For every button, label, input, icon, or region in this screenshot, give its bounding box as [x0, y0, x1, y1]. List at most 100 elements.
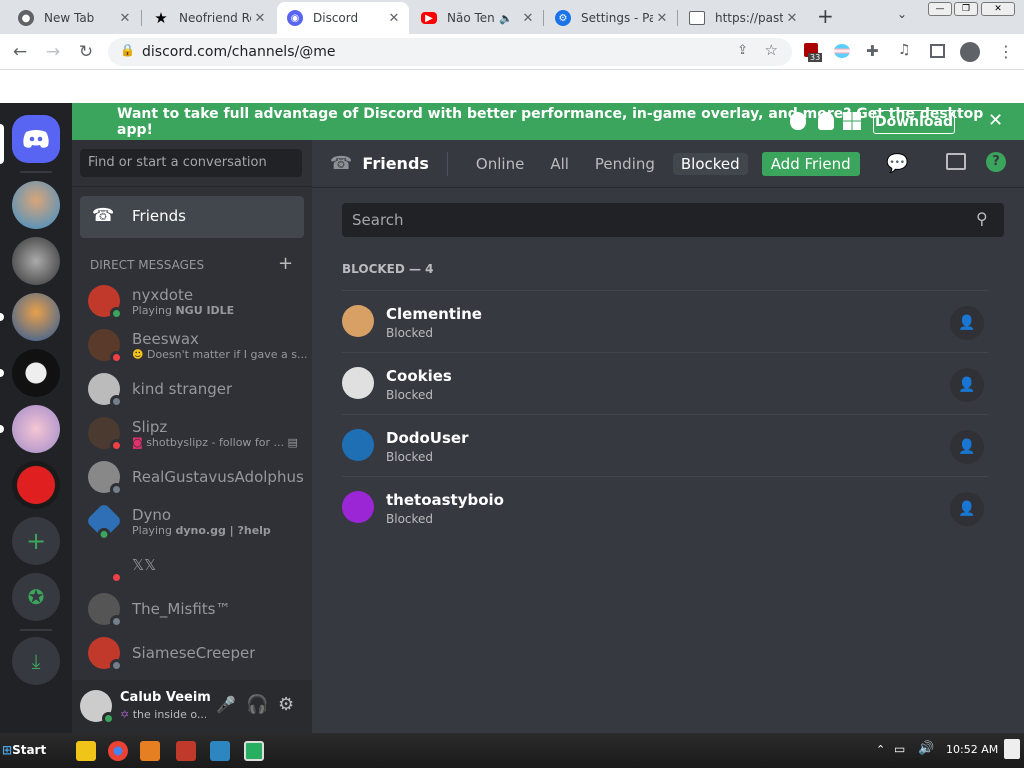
avatar	[342, 305, 374, 337]
tab-paste[interactable]: https://paste ✕	[679, 2, 807, 34]
mute-mic-icon[interactable]: 🎤	[216, 695, 236, 714]
help-icon[interactable]: ?	[986, 152, 1006, 172]
blocked-search-input[interactable]: Search	[342, 203, 1004, 237]
dm-item-slipz[interactable]: Slipz ◙ shotbyslipz - follow for ... ▤	[80, 412, 304, 454]
tab-discord[interactable]: ◉ Discord ✕	[277, 2, 409, 34]
server-icon-5[interactable]	[12, 405, 60, 453]
add-friend-button[interactable]: Add Friend	[761, 151, 860, 176]
start-button[interactable]: ⊞Start	[2, 737, 52, 763]
app-taskbar-icon-4[interactable]	[244, 741, 264, 761]
close-icon[interactable]: ✕	[385, 11, 403, 26]
server-icon-6[interactable]	[12, 461, 60, 509]
add-server-button[interactable]: +	[12, 517, 60, 565]
tray-chevron-icon[interactable]: ⌃	[876, 743, 885, 756]
dm-item-unknown-glyphs[interactable]: 𝕏𝕏	[80, 544, 304, 586]
show-desktop-icon[interactable]	[1004, 739, 1020, 759]
download-button[interactable]: Download	[873, 110, 955, 134]
server-icon-1[interactable]	[12, 181, 60, 229]
blocked-row-dodouser[interactable]: DodoUser Blocked 👤	[342, 414, 988, 476]
extensions-puzzle-icon[interactable]: ✚	[866, 42, 879, 60]
dm-item-the-misfits[interactable]: The_Misfits™	[80, 588, 304, 630]
unblock-user-icon[interactable]: 👤	[950, 368, 984, 402]
volume-icon[interactable]: 🔊	[918, 741, 934, 756]
blocked-row-thetoastyboio[interactable]: thetoastyboio Blocked 👤	[342, 476, 988, 538]
emoji-icon: ☻	[132, 347, 144, 361]
dm-item-realgustavusadolphus[interactable]: RealGustavusAdolphus	[80, 456, 304, 498]
close-icon[interactable]: ✕	[116, 11, 134, 26]
dm-item-siamesecreeper[interactable]: SiameseCreeper	[80, 632, 304, 674]
dm-item-dyno[interactable]: Dyno Playing dyno.gg | ?help	[80, 500, 304, 542]
create-dm-plus-icon[interactable]: +	[278, 253, 293, 274]
friends-nav-item[interactable]: ☎ Friends	[80, 196, 304, 238]
friends-wave-icon: ☎	[92, 205, 115, 226]
tab-youtube[interactable]: ▶ Não Ten 🔈 ✕	[411, 2, 543, 34]
close-icon[interactable]: ✕	[251, 11, 269, 26]
tab-neofriend[interactable]: ★ Neofriend Re ✕	[143, 2, 275, 34]
unblock-user-icon[interactable]: 👤	[950, 306, 984, 340]
dm-search-input[interactable]: Find or start a conversation	[80, 149, 302, 177]
network-icon[interactable]: ▭	[894, 742, 905, 756]
unblock-user-icon[interactable]: 👤	[950, 430, 984, 464]
app-taskbar-icon-2[interactable]	[176, 741, 196, 761]
server-icon-3[interactable]	[12, 293, 60, 341]
close-icon[interactable]: ✕	[653, 11, 671, 26]
tab-blocked[interactable]: Blocked	[672, 152, 748, 175]
chrome-taskbar-icon[interactable]	[108, 741, 128, 761]
app-taskbar-icon[interactable]	[140, 741, 160, 761]
reload-button[interactable]: ↻	[76, 42, 96, 62]
new-tab-button[interactable]: +	[817, 6, 837, 26]
profile-avatar-icon[interactable]	[960, 42, 980, 62]
close-icon[interactable]: ✕	[783, 11, 801, 26]
avatar	[342, 367, 374, 399]
tab-all[interactable]: All	[542, 153, 577, 175]
share-icon[interactable]: ⇪	[737, 43, 748, 58]
forward-button[interactable]: →	[43, 42, 63, 62]
headphones-icon[interactable]: 🎧	[246, 694, 268, 715]
clock[interactable]: 10:52 AM	[946, 743, 998, 756]
close-window-button[interactable]: ✕	[981, 2, 1015, 16]
blocked-row-cookies[interactable]: Cookies Blocked 👤	[342, 352, 988, 414]
app-taskbar-icon-3[interactable]	[210, 741, 230, 761]
dm-item-nyxdote[interactable]: nyxdote Playing NGU IDLE	[80, 280, 304, 322]
menu-kebab-icon[interactable]: ⋮	[998, 42, 1014, 61]
explore-compass-icon[interactable]: ✪	[12, 573, 60, 621]
new-group-dm-icon[interactable]: 💬	[886, 153, 908, 174]
user-avatar[interactable]	[80, 690, 115, 725]
extension-flag-icon[interactable]	[834, 44, 850, 58]
blocked-row-clementine[interactable]: Clementine Blocked 👤	[342, 290, 988, 352]
tab-online[interactable]: Online	[468, 153, 532, 175]
avatar	[88, 593, 123, 628]
address-bar[interactable]: 🔒 discord.com/channels/@me ⇪ ☆	[108, 38, 792, 66]
media-control-icon[interactable]: ♫	[898, 42, 911, 58]
tab-settings[interactable]: ⚙ Settings - Pa ✕	[545, 2, 677, 34]
back-button[interactable]: ←	[10, 42, 30, 62]
minimize-button[interactable]: —	[928, 2, 952, 16]
tab-new-tab[interactable]: ● New Tab ✕	[8, 2, 140, 34]
discord-icon: ◉	[287, 10, 303, 26]
blocked-count-header: BLOCKED — 4	[342, 262, 434, 276]
server-list: + ✪ ⤓	[0, 103, 72, 733]
status-dnd-icon	[110, 571, 123, 584]
close-banner-icon[interactable]: ✕	[988, 110, 1003, 131]
inbox-icon[interactable]	[946, 153, 966, 170]
tab-pending[interactable]: Pending	[587, 153, 663, 175]
home-button[interactable]	[12, 115, 60, 163]
dm-item-kind-stranger[interactable]: kind stranger	[80, 368, 304, 410]
side-panel-icon[interactable]	[930, 44, 945, 58]
gear-icon: ⚙	[555, 10, 571, 26]
user-settings-gear-icon[interactable]: ⚙	[278, 694, 294, 715]
bookmark-star-icon[interactable]: ☆	[765, 41, 778, 59]
direct-messages-header: DIRECT MESSAGES	[90, 258, 205, 272]
restore-button[interactable]: ❐	[954, 2, 978, 16]
file-explorer-icon[interactable]	[76, 741, 96, 761]
close-icon[interactable]: ✕	[519, 11, 537, 26]
status-online-icon	[97, 527, 111, 541]
dm-item-beeswax[interactable]: Beeswax ☻ Doesn't matter if I gave a s..…	[80, 324, 307, 366]
server-icon-trollface[interactable]	[12, 349, 60, 397]
unblock-user-icon[interactable]: 👤	[950, 492, 984, 526]
audio-playing-icon[interactable]: 🔈	[499, 12, 513, 25]
username: Calub Veeim	[120, 690, 211, 705]
tab-search-icon[interactable]: ⌄	[897, 7, 907, 21]
download-apps-icon[interactable]: ⤓	[12, 637, 60, 685]
server-icon-2[interactable]	[12, 237, 60, 285]
